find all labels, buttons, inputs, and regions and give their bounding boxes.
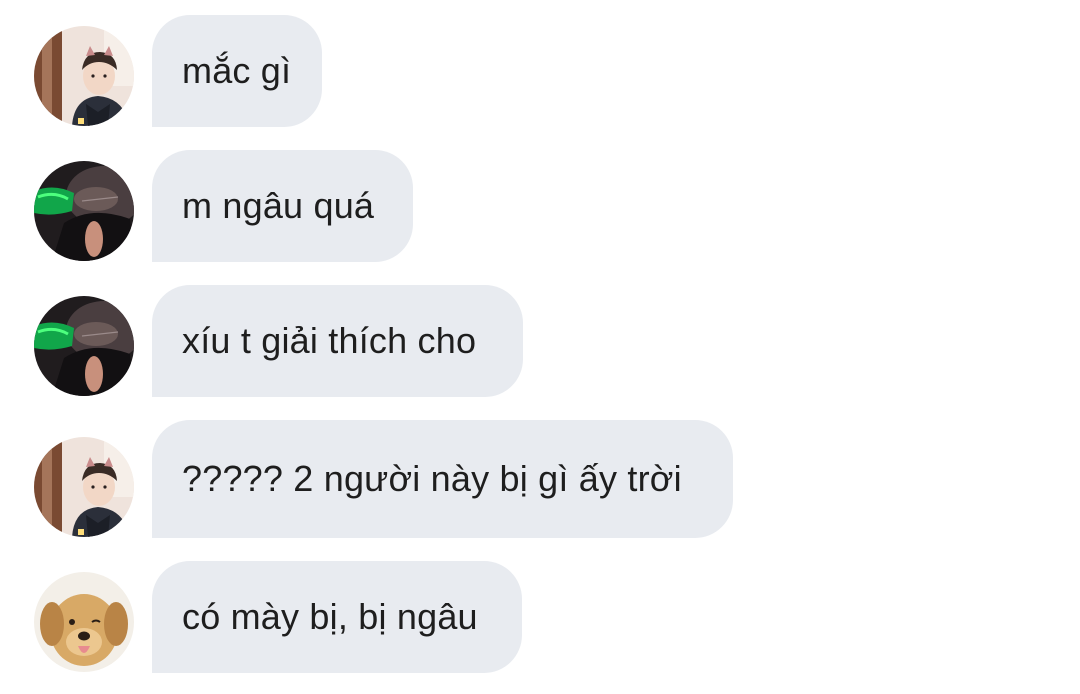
- message-bubble[interactable]: mắc gì: [152, 15, 322, 127]
- avatar-golden-retriever-image: [34, 572, 134, 672]
- avatar-dark-green-light-image: [34, 161, 134, 261]
- message-text: m ngâu quá: [182, 185, 375, 226]
- avatar-dark-green-light-image: [34, 296, 134, 396]
- avatar-boy-cat-ears-image: [34, 26, 134, 126]
- message-bubble[interactable]: xíu t giải thích cho: [152, 285, 523, 397]
- message-bubble[interactable]: ????? 2 người này bị gì ấy trời: [152, 420, 733, 538]
- avatar-dark-green-light[interactable]: [34, 161, 134, 261]
- message-text: xíu t giải thích cho: [182, 320, 477, 361]
- avatar-boy-cat-ears[interactable]: [34, 437, 134, 537]
- message-bubble[interactable]: m ngâu quá: [152, 150, 413, 262]
- avatar-golden-retriever[interactable]: [34, 572, 134, 672]
- message-text: mắc gì: [182, 50, 292, 91]
- message-bubble[interactable]: có mày bị, bị ngâu: [152, 561, 522, 673]
- message-text: ????? 2 người này bị gì ấy trời: [182, 458, 682, 499]
- message-text: có mày bị, bị ngâu: [182, 596, 478, 637]
- avatar-dark-green-light[interactable]: [34, 296, 134, 396]
- avatar-boy-cat-ears[interactable]: [34, 26, 134, 126]
- avatar-boy-cat-ears-image: [34, 437, 134, 537]
